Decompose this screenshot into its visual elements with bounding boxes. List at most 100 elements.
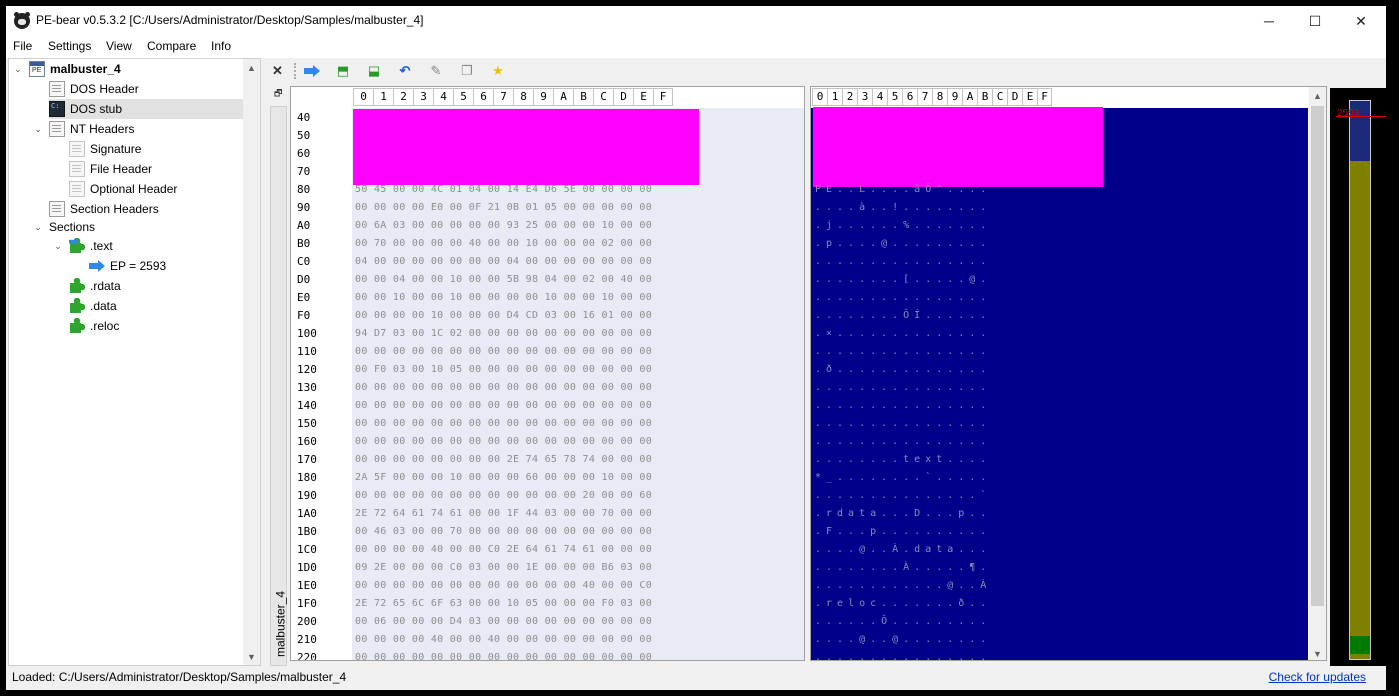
collapse-arrow-icon[interactable]: ⌄ — [13, 64, 23, 75]
row-bytes[interactable]: 00 00 00 00 40 00 00 C0 2E 64 61 74 61 0… — [355, 541, 652, 559]
row-bytes[interactable]: 09 2E 00 00 00 C0 03 00 00 1E 00 00 00 B… — [355, 559, 652, 577]
scroll-down-icon[interactable]: ▼ — [243, 648, 260, 665]
hex-row[interactable]: 110 00 00 00 00 00 00 00 00 00 00 00 00 0… — [291, 343, 804, 361]
hex-row[interactable]: B0 00 70 00 00 00 00 40 00 00 10 00 00 00… — [291, 235, 804, 253]
menu-settings[interactable]: Settings — [48, 39, 91, 53]
ascii-view[interactable]: 0123456789ABCDEF PE..L....äÖ^.... ....à..… — [810, 86, 1327, 661]
hex-row[interactable]: 160 00 00 00 00 00 00 00 00 00 00 00 00 0… — [291, 433, 804, 451]
tree-item-signature[interactable]: Signature — [69, 139, 141, 159]
star-icon[interactable]: ★ — [490, 63, 506, 79]
menu-compare[interactable]: Compare — [147, 39, 196, 53]
ascii-row[interactable]: ....@..À.data... — [815, 541, 991, 559]
hex-scrollbar[interactable]: ▲ ▼ — [1309, 87, 1326, 660]
scroll-up-icon[interactable]: ▲ — [1309, 87, 1326, 104]
file-tab[interactable]: malbuster_4 — [270, 106, 288, 666]
hex-view[interactable]: 0123456789ABCDEF 40 50 60 70 80 50 45 00 00 4… — [290, 86, 805, 661]
hex-row[interactable]: 1D0 09 2E 00 00 00 C0 03 00 00 1E 00 00 0… — [291, 559, 804, 577]
tree-item-section-rdata[interactable]: .rdata — [69, 276, 121, 296]
tree-item-sections[interactable]: Sections — [49, 217, 95, 237]
hex-row[interactable]: E0 00 00 10 00 00 10 00 00 00 00 10 00 00… — [291, 289, 804, 307]
ascii-row[interactable]: ................ — [815, 649, 991, 660]
row-bytes[interactable]: 00 00 00 00 00 00 00 00 00 00 00 00 00 0… — [355, 433, 652, 451]
scroll-down-icon[interactable]: ▼ — [1309, 645, 1326, 660]
row-bytes[interactable]: 00 00 00 00 00 00 00 00 00 00 00 00 40 0… — [355, 577, 652, 595]
hex-row[interactable]: 1A0 2E 72 64 61 74 61 00 00 1F 44 03 00 0… — [291, 505, 804, 523]
row-bytes[interactable]: 00 00 00 00 40 00 00 40 00 00 00 00 00 0… — [355, 631, 652, 649]
ascii-row[interactable]: .rdata...D...p.. — [815, 505, 991, 523]
close-button[interactable]: ✕ — [1338, 6, 1384, 36]
close-tab-icon[interactable]: ✕ — [272, 63, 283, 79]
row-bytes[interactable]: 2E 72 64 61 74 61 00 00 1F 44 03 00 00 7… — [355, 505, 652, 523]
hex-row[interactable]: 1F0 2E 72 65 6C 6F 63 00 00 10 05 00 00 0… — [291, 595, 804, 613]
hex-row[interactable]: 220 00 00 00 00 00 00 00 00 00 00 00 00 0… — [291, 649, 804, 660]
collapse-arrow-icon[interactable]: ⌄ — [33, 222, 43, 233]
ascii-row[interactable]: ................ — [815, 379, 991, 397]
ascii-row[interactable]: ................ — [815, 343, 991, 361]
ascii-row[interactable]: ........À.....¶. — [815, 559, 991, 577]
row-bytes[interactable]: 00 00 00 00 10 00 00 00 D4 CD 03 00 16 0… — [355, 307, 652, 325]
collapse-arrow-icon[interactable]: ⌄ — [53, 241, 63, 252]
ascii-row[interactable]: ................ — [815, 397, 991, 415]
hex-row[interactable]: A0 00 6A 03 00 00 00 00 00 93 25 00 00 00… — [291, 217, 804, 235]
row-bytes[interactable]: 00 00 00 00 00 00 00 00 00 00 00 00 00 0… — [355, 649, 652, 660]
tree-root[interactable]: malbuster_4 — [29, 59, 121, 79]
collapse-arrow-icon[interactable]: ⌄ — [33, 124, 43, 135]
row-bytes[interactable]: 00 00 00 00 00 00 00 00 2E 74 65 78 74 0… — [355, 451, 652, 469]
row-bytes[interactable]: 00 00 00 00 00 00 00 00 00 00 00 00 00 0… — [355, 379, 652, 397]
tree-item-optional-header[interactable]: Optional Header — [69, 179, 177, 199]
row-bytes[interactable]: 00 00 10 00 00 10 00 00 00 00 10 00 00 1… — [355, 289, 652, 307]
hex-row[interactable]: 150 00 00 00 00 00 00 00 00 00 00 00 00 0… — [291, 415, 804, 433]
scroll-thumb[interactable] — [1311, 106, 1324, 606]
check-updates-link[interactable]: Check for updates — [1269, 670, 1366, 684]
hex-row[interactable]: 200 00 06 00 00 00 D4 03 00 00 00 00 00 0… — [291, 613, 804, 631]
scroll-up-icon[interactable]: ▲ — [243, 59, 260, 76]
ascii-row[interactable]: ........ÔÍ...... — [815, 307, 991, 325]
menu-file[interactable]: File — [13, 39, 32, 53]
hex-row[interactable]: 1E0 00 00 00 00 00 00 00 00 00 00 00 00 4… — [291, 577, 804, 595]
ascii-row[interactable]: ....à..!........ — [815, 199, 991, 217]
ascii-row[interactable]: .F...p.......... — [815, 523, 991, 541]
ascii-row[interactable]: ........[.....@. — [815, 271, 991, 289]
row-bytes[interactable]: 00 00 00 00 E0 00 0F 21 0B 01 05 00 00 0… — [355, 199, 652, 217]
ascii-row[interactable]: ................ — [815, 415, 991, 433]
hex-row[interactable]: 1C0 00 00 00 00 40 00 00 C0 2E 64 61 74 6… — [291, 541, 804, 559]
goto-rva-icon[interactable]: ⬒ — [335, 63, 351, 79]
hex-row[interactable]: 70 — [291, 163, 804, 181]
restore-tab-icon[interactable]: 🗗 — [274, 86, 284, 98]
goto-arrow-icon[interactable] — [304, 63, 320, 79]
hex-row[interactable]: 90 00 00 00 00 E0 00 0F 21 0B 01 05 00 00… — [291, 199, 804, 217]
ascii-row[interactable]: ...............` — [815, 487, 991, 505]
ascii-row[interactable]: .×.............. — [815, 325, 991, 343]
ascii-row[interactable]: .reloc.......ð.. — [815, 595, 991, 613]
tree-item-section-data[interactable]: .data — [69, 296, 117, 316]
row-bytes[interactable]: 00 F0 03 00 10 05 00 00 00 00 00 00 00 0… — [355, 361, 652, 379]
hex-row[interactable]: 190 00 00 00 00 00 00 00 00 00 00 00 00 2… — [291, 487, 804, 505]
pin-icon[interactable]: ✎ — [428, 63, 444, 79]
tree-item-nt-headers[interactable]: NT Headers — [49, 119, 134, 139]
menu-info[interactable]: Info — [211, 39, 231, 53]
hex-row[interactable]: 80 50 45 00 00 4C 01 04 00 14 E4 D6 5E 00… — [291, 181, 804, 199]
row-bytes[interactable]: 04 00 00 00 00 00 00 00 04 00 00 00 00 0… — [355, 253, 652, 271]
ascii-row[interactable]: PE..L....äÖ^.... — [815, 181, 991, 199]
ascii-row[interactable]: ........text.... — [815, 451, 991, 469]
goto-offset-icon[interactable]: ⬓ — [366, 63, 382, 79]
tree-item-entry-point[interactable]: EP = 2593 — [89, 256, 166, 276]
undo-icon[interactable]: ↶ — [397, 63, 413, 79]
ascii-row[interactable]: ......Ô......... — [815, 613, 991, 631]
row-bytes[interactable]: 00 00 00 00 00 00 00 00 00 00 00 00 20 0… — [355, 487, 652, 505]
row-bytes[interactable]: 00 00 00 00 00 00 00 00 00 00 00 00 00 0… — [355, 415, 652, 433]
hex-row[interactable]: C0 04 00 00 00 00 00 00 00 04 00 00 00 00… — [291, 253, 804, 271]
ascii-row[interactable]: *_........`..... — [815, 469, 991, 487]
ascii-row[interactable]: .j......%....... — [815, 217, 991, 235]
row-bytes[interactable]: 00 46 03 00 00 70 00 00 00 00 00 00 00 0… — [355, 523, 652, 541]
tree-item-section-text[interactable]: .text — [69, 236, 113, 256]
minimize-button[interactable]: ─ — [1246, 6, 1292, 36]
menu-view[interactable]: View — [106, 39, 132, 53]
hex-row[interactable]: 40 — [291, 109, 804, 127]
tree-scrollbar[interactable]: ▲ ▼ — [243, 59, 260, 665]
row-bytes[interactable]: 2E 72 65 6C 6F 63 00 00 10 05 00 00 00 F… — [355, 595, 652, 613]
hex-row[interactable]: F0 00 00 00 00 10 00 00 00 D4 CD 03 00 16… — [291, 307, 804, 325]
row-bytes[interactable]: 2A 5F 00 00 00 10 00 00 00 60 00 00 00 1… — [355, 469, 652, 487]
hex-row[interactable]: 180 2A 5F 00 00 00 10 00 00 00 60 00 00 0… — [291, 469, 804, 487]
row-bytes[interactable]: 00 06 00 00 00 D4 03 00 00 00 00 00 00 0… — [355, 613, 652, 631]
